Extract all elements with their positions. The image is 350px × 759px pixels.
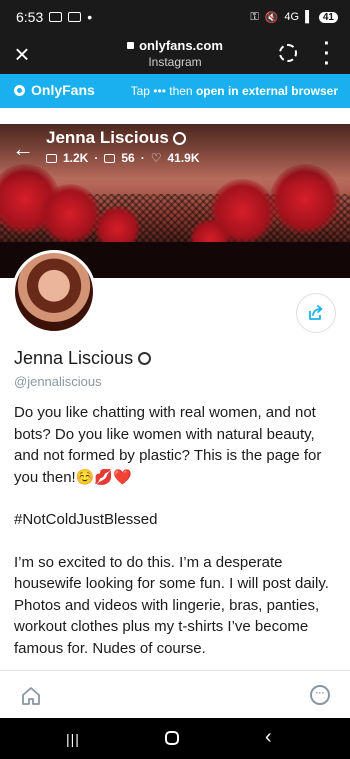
video-notification-icon	[68, 12, 82, 22]
cover-title: Jenna Liscious	[46, 128, 186, 148]
image-icon	[46, 153, 57, 163]
photos-count: 1.2K	[63, 151, 89, 165]
more-icon[interactable]: ···	[310, 685, 330, 705]
profile-bio: Do you like chatting with real women, an…	[14, 402, 340, 680]
profile-name-row: Jenna Liscious	[14, 348, 152, 369]
home-icon[interactable]	[20, 685, 42, 707]
lock-icon	[127, 42, 135, 49]
arrow-back-icon[interactable]: ←	[12, 138, 34, 160]
system-home-icon[interactable]	[165, 731, 179, 745]
url-display[interactable]: onlyfans.com Instagram	[80, 38, 270, 70]
onlyfans-logo-text: OnlyFans	[31, 82, 95, 98]
banner-tip: Tap ••• then open in external browser	[131, 84, 338, 98]
browser-toolbar: × onlyfans.com Instagram · · ·	[0, 34, 350, 74]
system-nav-bar: ||| ‹	[0, 718, 350, 759]
open-in-browser-banner[interactable]: OnlyFans Tap ••• then open in external b…	[0, 74, 350, 108]
videos-count: 56	[121, 151, 135, 165]
mute-icon: 🔇	[264, 11, 279, 24]
battery-indicator: 41	[318, 11, 338, 23]
key-icon: ⚿	[250, 10, 259, 23]
signal-label: 4G	[284, 11, 300, 23]
notification-dot-icon: •	[87, 9, 93, 25]
cover-rose-decoration	[40, 184, 100, 244]
tip-dots: •••	[153, 84, 166, 98]
share-button[interactable]	[296, 293, 336, 333]
timer-icon[interactable]	[279, 44, 297, 62]
bio-paragraph: #NotColdJustBlessed	[14, 511, 158, 528]
stats-separator: ·	[94, 151, 99, 165]
profile-handle: @jennaliscious	[14, 374, 102, 389]
bottom-nav: ···	[0, 670, 350, 719]
recent-apps-icon[interactable]: |||	[66, 731, 80, 747]
gallery-icon	[49, 12, 63, 22]
status-time: 6:53	[16, 9, 44, 25]
onlyfans-logo: OnlyFans	[14, 82, 95, 98]
url-subtitle: Instagram	[148, 55, 202, 69]
status-bar: 6:53 • ⚿ 🔇 4G ▌ 41	[0, 0, 350, 34]
tip-action: open in external browser	[195, 84, 338, 98]
onlyfans-logo-icon	[14, 84, 25, 96]
profile-stats: 1.2K · 56 · ♡ 41.9K	[46, 151, 200, 165]
tip-prefix: Tap	[130, 84, 150, 98]
share-icon	[309, 305, 323, 320]
stats-separator: ·	[140, 151, 145, 165]
url-domain: onlyfans.com	[139, 38, 223, 53]
bio-paragraph: I’m so excited to do this. I’m a despera…	[14, 553, 329, 657]
signal-icon: ▌	[305, 11, 313, 23]
verified-icon	[138, 352, 152, 365]
profile-name: Jenna Liscious	[14, 348, 134, 368]
tip-mid: then	[169, 84, 193, 98]
avatar[interactable]	[12, 250, 96, 334]
likes-count: 41.9K	[167, 151, 200, 165]
cover-name: Jenna Liscious	[46, 128, 169, 147]
video-icon	[104, 153, 116, 163]
close-icon[interactable]: ×	[8, 40, 36, 68]
more-vert-icon[interactable]: · · ·	[320, 34, 334, 74]
bio-paragraph: Do you like chatting with real women, an…	[14, 404, 322, 486]
system-back-icon[interactable]: ‹	[265, 726, 272, 749]
verified-icon	[172, 131, 186, 145]
heart-icon: ♡	[150, 151, 162, 165]
